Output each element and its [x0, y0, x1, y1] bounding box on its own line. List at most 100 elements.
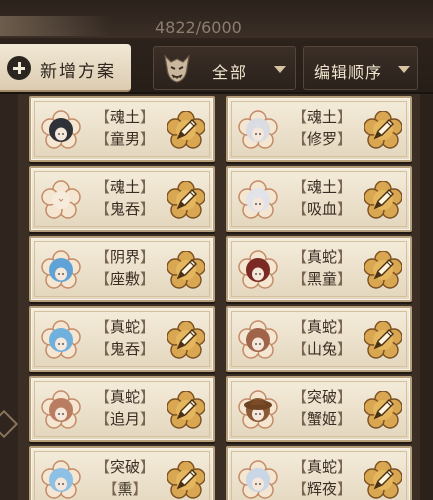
- plan-card[interactable]: 【真蛇】 【鬼吞】: [29, 306, 215, 372]
- plan-name-line1: 【魂土】: [291, 178, 353, 196]
- plan-name-line1: 【真蛇】: [291, 248, 353, 266]
- plan-card[interactable]: 【魂土】 【修罗】: [226, 96, 412, 162]
- plan-name: 【真蛇】 【鬼吞】: [93, 316, 157, 360]
- filter-label: 全部: [212, 63, 249, 82]
- gold-edit-icon: [363, 320, 403, 363]
- edit-plan-button[interactable]: [166, 320, 206, 359]
- plan-name-line1: 【真蛇】: [291, 458, 353, 476]
- plan-name: 【阴界】 【座敷】: [93, 246, 157, 290]
- plan-name: 【魂土】 【鬼吞】: [93, 176, 157, 220]
- plan-name-line2: 【童男】: [94, 130, 156, 148]
- plus-icon: [7, 56, 31, 80]
- top-status-bar: 4822/6000: [0, 0, 433, 38]
- gold-edit-icon: [363, 390, 403, 433]
- plan-name-line1: 【真蛇】: [94, 388, 156, 406]
- sort-chevron-down-icon: [398, 66, 410, 73]
- plan-name-line1: 【魂土】: [94, 178, 156, 196]
- sort-dropdown[interactable]: 编辑顺序: [303, 46, 418, 90]
- edit-plan-button[interactable]: [166, 250, 206, 289]
- left-frame: [0, 94, 18, 500]
- gold-edit-icon: [166, 250, 206, 293]
- plan-name: 【真蛇】 【黑童】: [290, 246, 354, 290]
- edit-plan-button[interactable]: [363, 250, 403, 289]
- plan-name-line1: 【魂土】: [94, 108, 156, 126]
- right-scrollbar[interactable]: [420, 94, 433, 500]
- plan-name-line2: 【蟹姬】: [291, 410, 353, 428]
- plan-name-line1: 【真蛇】: [94, 318, 156, 336]
- white-haired-shikigami-icon: [238, 460, 278, 500]
- plan-name-line1: 【魂土】: [291, 108, 353, 126]
- sort-label: 编辑顺序: [314, 63, 383, 82]
- plan-card[interactable]: 【魂土】 【童男】: [29, 96, 215, 162]
- gold-edit-icon: [166, 390, 206, 433]
- plan-name-line2: 【座敷】: [94, 270, 156, 288]
- blue-haired-shikigami-icon: [41, 460, 81, 500]
- new-plan-label: 新增方案: [40, 62, 116, 82]
- gold-edit-icon: [363, 110, 403, 153]
- edit-plan-button[interactable]: [166, 460, 206, 500]
- red-haired-shikigami-icon: [238, 250, 278, 290]
- edit-plan-button[interactable]: [363, 460, 403, 500]
- plan-name: 【突破】 【蟹姬】: [290, 386, 354, 430]
- gold-edit-icon: [166, 110, 206, 153]
- brown-haired-shikigami-icon: [41, 390, 81, 430]
- plan-counter: 4822/6000: [155, 18, 242, 37]
- plan-name-line1: 【阴界】: [94, 248, 156, 266]
- plan-grid: 【魂土】 【童男】 【魂土】 【修罗】 【魂土】 【鬼吞】 【魂土】 【吸血】 …: [18, 94, 420, 500]
- plan-card[interactable]: 【突破】 【熏】: [29, 446, 215, 500]
- gold-edit-icon: [363, 460, 403, 500]
- plan-name: 【真蛇】 【山兔】: [290, 316, 354, 360]
- filter-chevron-down-icon: [274, 66, 286, 73]
- plan-name: 【突破】 【熏】: [93, 456, 157, 500]
- toolbar: 新增方案 全部 编辑顺序: [0, 38, 433, 94]
- plan-name: 【真蛇】 【辉夜】: [290, 456, 354, 500]
- blue-haired-shikigami-icon: [41, 250, 81, 290]
- plan-name-line2: 【吸血】: [291, 200, 353, 218]
- blue-haired-shikigami-icon: [41, 320, 81, 360]
- plan-card[interactable]: 【魂土】 【鬼吞】: [29, 166, 215, 232]
- plan-name-line2: 【黑童】: [291, 270, 353, 288]
- plan-name-line1: 【真蛇】: [291, 318, 353, 336]
- plan-name-line2: 【鬼吞】: [94, 200, 156, 218]
- edit-plan-button[interactable]: [363, 320, 403, 359]
- plan-name: 【魂土】 【吸血】: [290, 176, 354, 220]
- plan-name-line2: 【修罗】: [291, 130, 353, 148]
- resource-bar-decoration: [0, 16, 110, 36]
- plan-name: 【真蛇】 【追月】: [93, 386, 157, 430]
- plan-card[interactable]: 【真蛇】 【辉夜】: [226, 446, 412, 500]
- plan-name: 【魂土】 【修罗】: [290, 106, 354, 150]
- gold-edit-icon: [166, 320, 206, 363]
- dark-armored-shikigami-icon: [41, 110, 81, 150]
- gold-edit-icon: [166, 460, 206, 500]
- plan-name-line2: 【追月】: [94, 410, 156, 428]
- straw-hat-shikigami-icon: [238, 390, 278, 430]
- plan-name-line1: 【突破】: [94, 458, 156, 476]
- plan-card[interactable]: 【真蛇】 【黑童】: [226, 236, 412, 302]
- filter-dropdown[interactable]: 全部: [153, 46, 296, 90]
- white-haired-shikigami-icon: [238, 110, 278, 150]
- edit-plan-button[interactable]: [363, 110, 403, 149]
- plan-name: 【魂土】 【童男】: [93, 106, 157, 150]
- gold-edit-icon: [363, 250, 403, 293]
- edit-plan-button[interactable]: [166, 390, 206, 429]
- plan-name-line2: 【鬼吞】: [94, 340, 156, 358]
- white-haired-shikigami-icon: [238, 180, 278, 220]
- edit-plan-button[interactable]: [363, 390, 403, 429]
- edit-plan-button[interactable]: [363, 180, 403, 219]
- plan-name-line2: 【山兔】: [291, 340, 353, 358]
- plan-name-line2: 【辉夜】: [291, 480, 353, 498]
- oni-mask-icon: [164, 54, 190, 83]
- gold-edit-icon: [166, 180, 206, 223]
- plan-card[interactable]: 【突破】 【蟹姬】: [226, 376, 412, 442]
- plan-name-line2: 【熏】: [102, 480, 148, 498]
- new-plan-button[interactable]: 新增方案: [0, 44, 131, 92]
- plan-card[interactable]: 【阴界】 【座敷】: [29, 236, 215, 302]
- plan-card[interactable]: 【真蛇】 【山兔】: [226, 306, 412, 372]
- empty-plum-flower-icon: [41, 180, 81, 220]
- plan-card[interactable]: 【魂土】 【吸血】: [226, 166, 412, 232]
- edit-plan-button[interactable]: [166, 180, 206, 219]
- plan-card[interactable]: 【真蛇】 【追月】: [29, 376, 215, 442]
- edit-plan-button[interactable]: [166, 110, 206, 149]
- gold-edit-icon: [363, 180, 403, 223]
- brown-haired-shikigami-icon: [238, 320, 278, 360]
